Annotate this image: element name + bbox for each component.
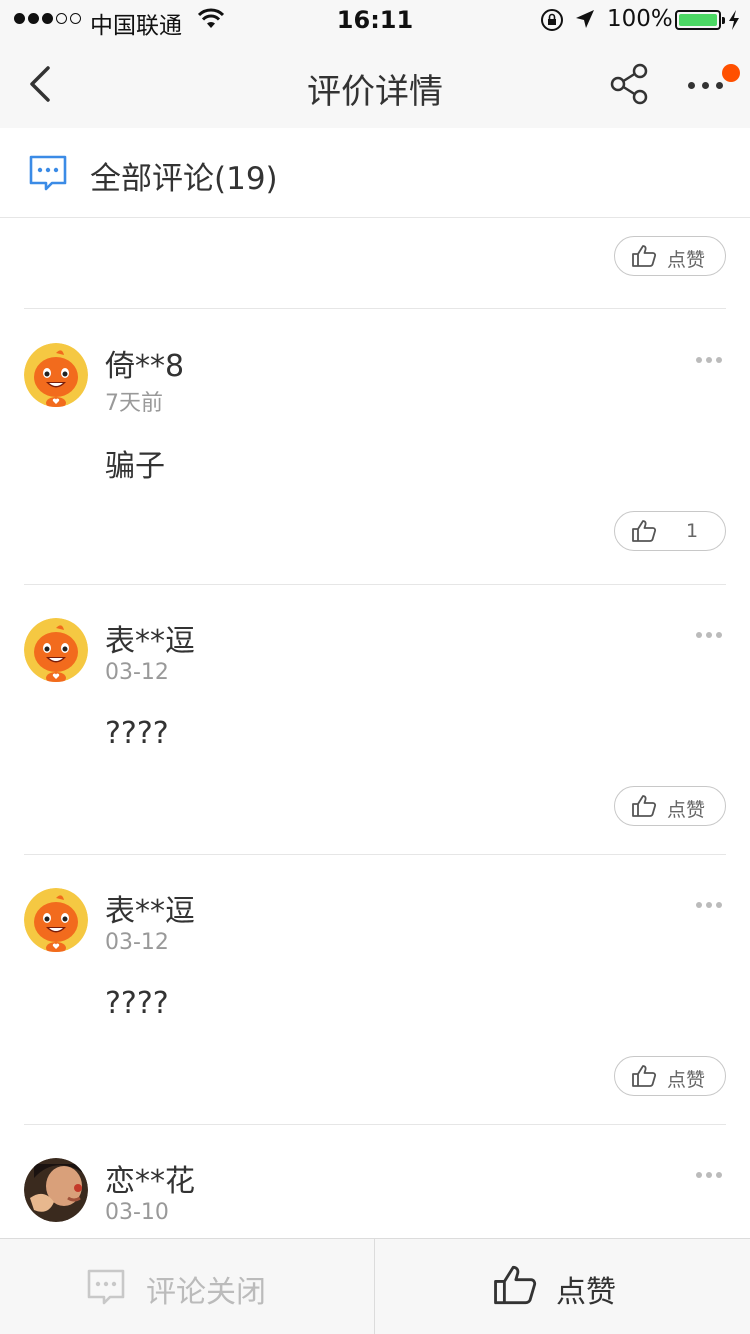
comment-content: ???? <box>105 716 169 751</box>
comment-closed-label: 评论关闭 <box>146 1275 266 1310</box>
comment-bubble-icon <box>29 155 67 191</box>
comment-time: 7天前 <box>105 391 163 416</box>
comment-item: 恋**花 03-10 <box>0 1124 750 1238</box>
comments-header: 全部评论(19) <box>0 128 750 218</box>
comment-item: 表**逗 03-12 ???? 点赞 <box>0 854 750 1130</box>
location-arrow-icon <box>576 10 594 28</box>
comment-list: 点赞 倚**8 7天前 骗子 1 表**逗 03-12 ???? 点赞 表**逗… <box>0 219 750 1238</box>
more-menu-button[interactable] <box>684 62 740 106</box>
thumbs-up-icon <box>632 1065 657 1087</box>
charging-bolt-icon <box>729 10 739 30</box>
mascot-avatar-icon <box>24 343 88 407</box>
username[interactable]: 表**逗 <box>105 886 195 930</box>
thumbs-up-icon <box>632 245 657 267</box>
photo-avatar-icon <box>24 1158 88 1222</box>
battery-icon <box>675 10 725 30</box>
notification-badge <box>722 64 740 82</box>
like-article-button[interactable]: 点赞 <box>376 1239 750 1334</box>
like-button[interactable]: 1 <box>614 511 726 551</box>
nav-bar: 评价详情 <box>0 40 750 128</box>
like-label: 点赞 <box>667 1069 706 1091</box>
avatar[interactable] <box>24 618 88 682</box>
thumbs-up-icon <box>632 795 657 817</box>
comment-more-icon[interactable] <box>696 902 722 908</box>
mascot-avatar-icon <box>24 888 88 952</box>
bottom-action-bar: 评论关闭 点赞 <box>0 1238 750 1334</box>
username[interactable]: 恋**花 <box>105 1156 195 1200</box>
like-button[interactable]: 点赞 <box>614 1056 726 1096</box>
comment-closed-button: 评论关闭 <box>0 1239 375 1334</box>
thumbs-up-icon <box>494 1265 537 1305</box>
more-dots-icon <box>688 82 723 89</box>
comment-time: 03-12 <box>105 930 169 955</box>
comment-content: 骗子 <box>105 449 165 484</box>
like-button[interactable]: 点赞 <box>614 236 726 276</box>
avatar[interactable] <box>24 1158 88 1222</box>
like-article-label: 点赞 <box>556 1275 616 1310</box>
orientation-lock-icon <box>541 9 563 31</box>
like-button[interactable]: 点赞 <box>614 786 726 826</box>
battery-percent: 100% <box>607 6 673 32</box>
comment-time: 03-10 <box>105 1200 169 1225</box>
comment-more-icon[interactable] <box>696 1172 722 1178</box>
mascot-avatar-icon <box>24 618 88 682</box>
like-label: 点赞 <box>667 799 706 821</box>
avatar[interactable] <box>24 888 88 952</box>
comment-content: ???? <box>105 986 169 1021</box>
username[interactable]: 表**逗 <box>105 616 195 660</box>
comment-more-icon[interactable] <box>696 632 722 638</box>
comments-count-title: 全部评论(19) <box>90 161 278 197</box>
comment-bubble-icon <box>87 1269 125 1305</box>
comment-item: 表**逗 03-12 ???? 点赞 <box>0 584 750 860</box>
comment-more-icon[interactable] <box>696 357 722 363</box>
comment-item: 倚**8 7天前 骗子 1 <box>0 309 750 585</box>
like-count: 1 <box>685 520 699 542</box>
username[interactable]: 倚**8 <box>105 341 184 385</box>
like-label: 点赞 <box>667 249 706 271</box>
avatar[interactable] <box>24 343 88 407</box>
status-bar: 中国联通 16:11 100% <box>0 0 750 40</box>
share-icon[interactable] <box>608 62 652 106</box>
comment-time: 03-12 <box>105 660 169 685</box>
